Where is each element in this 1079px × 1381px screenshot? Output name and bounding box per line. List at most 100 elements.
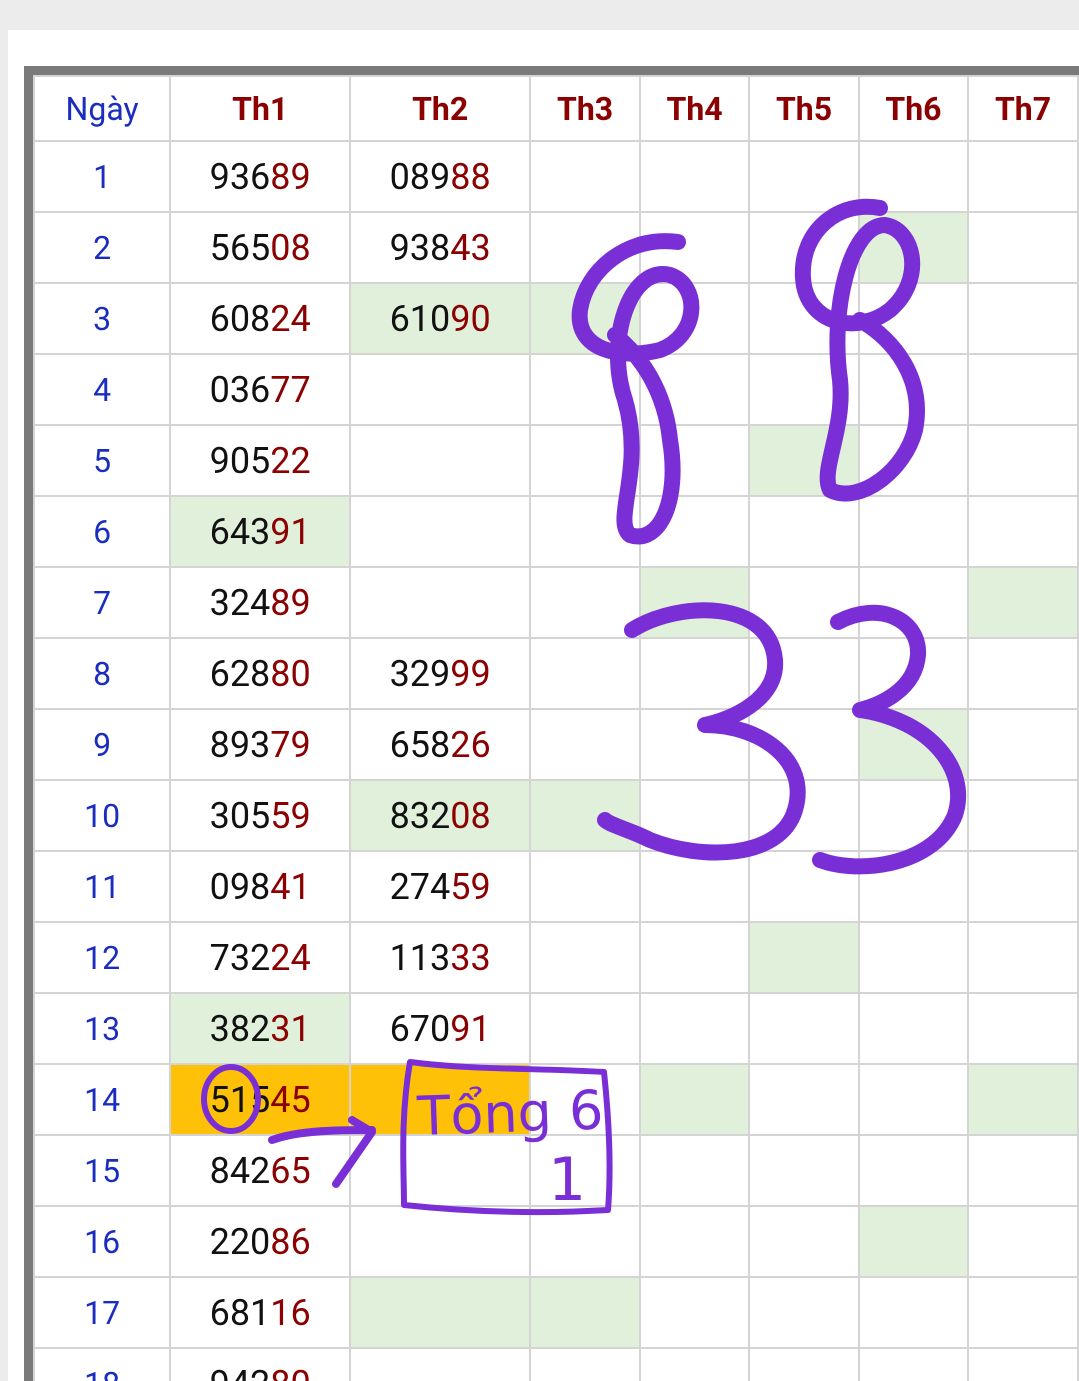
result-head-digits: 893 xyxy=(209,723,271,766)
th4-cell xyxy=(639,211,751,284)
th5-cell xyxy=(748,1205,860,1278)
result-head-digits: 658 xyxy=(389,723,451,766)
table-row: 14 51545 xyxy=(33,1063,1079,1136)
result-tail-digits: 79 xyxy=(270,723,311,766)
table-row: 6 64391 xyxy=(33,495,1079,568)
result-tail-digits: 90 xyxy=(450,297,491,340)
th2-cell: 61090 xyxy=(349,282,532,355)
header-th4: Th4 xyxy=(639,75,751,142)
day-cell: 17 xyxy=(33,1276,172,1349)
th2-cell xyxy=(349,353,532,426)
th6-cell xyxy=(857,424,969,497)
th7-cell xyxy=(966,353,1079,426)
result-tail-digits: 88 xyxy=(450,155,491,198)
header-th3: Th3 xyxy=(529,75,642,142)
th5-cell xyxy=(748,140,860,213)
day-cell: 7 xyxy=(33,566,172,639)
table-row: 8 62880 32999 xyxy=(33,637,1079,710)
result-tail-digits: 77 xyxy=(270,368,311,411)
table-row: 13 38231 67091 xyxy=(33,992,1079,1065)
th5-cell xyxy=(748,779,860,852)
th6-cell xyxy=(857,1063,969,1136)
th6-cell xyxy=(857,921,969,994)
th5-cell xyxy=(748,637,860,710)
th6-cell xyxy=(857,637,969,710)
th6-cell xyxy=(857,1134,969,1207)
th4-cell xyxy=(639,779,751,852)
th6-cell xyxy=(857,1205,969,1278)
result-tail-digits: 08 xyxy=(270,226,311,269)
table-row: 10 30559 83208 xyxy=(33,779,1079,852)
th4-cell xyxy=(639,140,751,213)
th2-cell: 67091 xyxy=(349,992,532,1065)
th3-cell xyxy=(529,1134,642,1207)
th4-cell xyxy=(639,850,751,923)
day-cell: 8 xyxy=(33,637,172,710)
result-head-digits: 036 xyxy=(209,368,271,411)
th1-cell: 32489 xyxy=(169,566,352,639)
th3-cell xyxy=(529,850,642,923)
result-head-digits: 936 xyxy=(209,155,271,198)
th7-cell xyxy=(966,1205,1079,1278)
th4-cell xyxy=(639,282,751,355)
th1-cell: 03677 xyxy=(169,353,352,426)
th4-cell xyxy=(639,353,751,426)
result-tail-digits: 80 xyxy=(270,1363,310,1381)
th1-cell: 30559 xyxy=(169,779,352,852)
table-row: 5 90522 xyxy=(33,424,1079,497)
th1-cell: 94280 xyxy=(169,1347,352,1381)
result-head-digits: 628 xyxy=(209,652,271,695)
table-row: 1894280 xyxy=(33,1347,1079,1381)
result-head-digits: 842 xyxy=(209,1149,271,1192)
th3-cell xyxy=(529,495,642,568)
th3-cell xyxy=(529,1276,642,1349)
th7-cell xyxy=(966,921,1079,994)
th6-cell xyxy=(857,140,969,213)
result-tail-digits: 59 xyxy=(450,865,491,908)
day-cell: 16 xyxy=(33,1205,172,1278)
th4-cell xyxy=(639,1347,751,1381)
th2-cell xyxy=(349,495,532,568)
result-tail-digits: 31 xyxy=(270,1007,311,1050)
result-head-digits: 610 xyxy=(389,297,451,340)
day-cell: 12 xyxy=(33,921,172,994)
th6-cell xyxy=(857,779,969,852)
table-row: 2 56508 93843 xyxy=(33,211,1079,284)
header-th1: Th1 xyxy=(169,75,352,142)
table-row: 1 93689 08988 xyxy=(33,140,1079,213)
table-row: 3 60824 61090 xyxy=(33,282,1079,355)
result-head-digits: 305 xyxy=(209,794,271,837)
table-row: 11 09841 27459 xyxy=(33,850,1079,923)
th6-cell xyxy=(857,992,969,1065)
th7-cell xyxy=(966,779,1079,852)
th5-cell xyxy=(748,708,860,781)
day-cell: 5 xyxy=(33,424,172,497)
header-th7: Th7 xyxy=(966,75,1079,142)
result-tail-digits: 80 xyxy=(270,652,311,695)
result-head-digits: 324 xyxy=(209,581,271,624)
result-head-digits: 515 xyxy=(209,1078,271,1121)
th3-cell xyxy=(529,140,642,213)
th7-cell xyxy=(966,211,1079,284)
th1-cell: 89379 xyxy=(169,708,352,781)
result-tail-digits: 22 xyxy=(270,439,311,482)
th6-cell xyxy=(857,353,969,426)
th4-cell xyxy=(639,992,751,1065)
result-tail-digits: 24 xyxy=(270,297,311,340)
th2-cell xyxy=(349,1134,532,1207)
th2-cell xyxy=(349,1205,532,1278)
th4-cell xyxy=(639,1134,751,1207)
th6-cell xyxy=(857,1347,969,1381)
table-row: 17 68116 xyxy=(33,1276,1079,1349)
table-row: 9 89379 65826 xyxy=(33,708,1079,781)
th3-cell xyxy=(529,708,642,781)
th5-cell xyxy=(748,992,860,1065)
th7-cell xyxy=(966,566,1079,639)
th2-cell: 27459 xyxy=(349,850,532,923)
th3-cell xyxy=(529,424,642,497)
day-cell: 10 xyxy=(33,779,172,852)
result-head-digits: 643 xyxy=(209,510,271,553)
th4-cell xyxy=(639,1205,751,1278)
day-cell: 18 xyxy=(33,1347,172,1381)
result-tail-digits: 08 xyxy=(450,794,491,837)
